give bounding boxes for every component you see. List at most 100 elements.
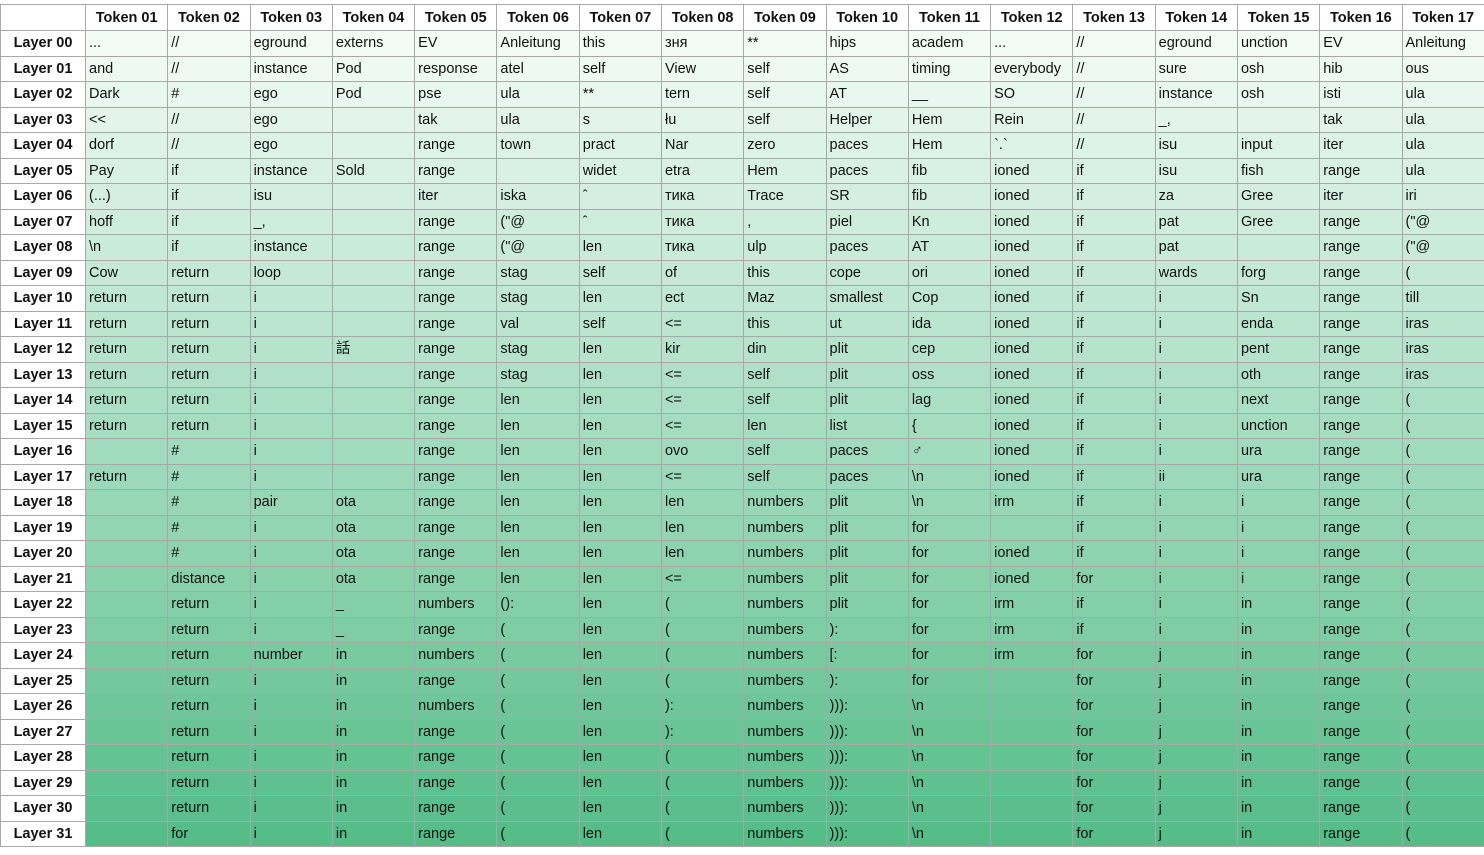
token-cell: i bbox=[1154, 310, 1238, 337]
row-label: Layer 15 bbox=[0, 412, 86, 439]
token-cell: Pod bbox=[331, 81, 416, 108]
row-label: Layer 22 bbox=[0, 591, 86, 618]
token-cell: i bbox=[249, 744, 333, 771]
token-cell: range bbox=[1319, 540, 1403, 567]
token-cell: len bbox=[578, 769, 662, 796]
token-cell: len bbox=[578, 387, 662, 414]
token-cell: return bbox=[167, 718, 251, 745]
token-cell: range bbox=[1319, 157, 1403, 184]
table-row: Layer 17 return # i range len len <= self paces \n… bbox=[0, 463, 1484, 490]
token-cell: i bbox=[1154, 540, 1238, 567]
token-cell: range bbox=[1319, 387, 1403, 414]
table-row: Layer 13 return return i range stag len <= self p… bbox=[0, 361, 1484, 388]
token-cell: iras bbox=[1401, 361, 1484, 388]
table-row: Layer 30 return i in range(len(numbers))): \n… bbox=[0, 795, 1484, 822]
row-label: Layer 03 bbox=[0, 106, 86, 133]
row-label: Layer 31 bbox=[0, 820, 86, 847]
token-cell: numbers bbox=[743, 514, 827, 541]
token-cell: for bbox=[1072, 642, 1156, 669]
table-row: Layer 16 # i range len len ovo self paces ♂ ioned i… bbox=[0, 438, 1484, 465]
token-cell: len bbox=[578, 820, 662, 847]
token-cell bbox=[84, 693, 169, 720]
token-cell: i bbox=[1154, 336, 1238, 363]
token-cell: j bbox=[1154, 693, 1238, 720]
token-cell: # bbox=[167, 514, 251, 541]
token-cell: AS bbox=[825, 55, 909, 82]
table-row: Layer 10 return return i range stag len ect Maz s… bbox=[0, 285, 1484, 312]
token-cell: j bbox=[1154, 744, 1238, 771]
token-cell: Dark bbox=[84, 81, 169, 108]
token-cell: return bbox=[167, 616, 251, 643]
token-cell: len bbox=[496, 514, 580, 541]
token-cell: i bbox=[249, 591, 333, 618]
token-cell: tak bbox=[1319, 106, 1403, 133]
token-cell: ioned bbox=[990, 234, 1074, 261]
token-cell: if bbox=[1072, 361, 1156, 388]
token-cell: lag bbox=[907, 387, 992, 414]
token-cell: if bbox=[1072, 616, 1156, 643]
token-cell: etra bbox=[660, 157, 745, 184]
token-cell: ( bbox=[1401, 693, 1484, 720]
token-cell: range bbox=[414, 565, 498, 592]
token-cell: plit bbox=[825, 591, 909, 618]
token-cell: j bbox=[1154, 820, 1238, 847]
token-cell: return bbox=[167, 642, 251, 669]
token-cell: len bbox=[578, 795, 662, 822]
token-cell: stag bbox=[496, 259, 580, 286]
token-cell bbox=[331, 361, 416, 388]
token-cell: if bbox=[1072, 157, 1156, 184]
token-cell: cep bbox=[907, 336, 992, 363]
token-cell: len bbox=[578, 718, 662, 745]
row-label: Layer 11 bbox=[0, 310, 86, 337]
token-cell: numbers bbox=[743, 642, 827, 669]
token-cell: return bbox=[84, 463, 169, 490]
token-cell: ioned bbox=[990, 565, 1074, 592]
table-row: Layer 27 return i in range(len): numbers))): \… bbox=[0, 718, 1484, 745]
row-label: Layer 05 bbox=[0, 157, 86, 184]
token-cell: ( bbox=[660, 642, 745, 669]
token-cell: hips bbox=[825, 30, 909, 57]
token-cell bbox=[990, 769, 1074, 796]
token-cell: ( bbox=[1401, 718, 1484, 745]
token-cell: in bbox=[1236, 693, 1321, 720]
token-cell: in bbox=[1236, 820, 1321, 847]
token-cell: range bbox=[414, 820, 498, 847]
token-cell: ioned bbox=[990, 412, 1074, 439]
token-cell: [: bbox=[825, 642, 909, 669]
token-cell: \n bbox=[907, 820, 992, 847]
token-cell: ula bbox=[1401, 81, 1484, 108]
token-cell: i bbox=[249, 693, 333, 720]
token-cell: ( bbox=[496, 616, 580, 643]
row-label: Layer 26 bbox=[0, 693, 86, 720]
table-row: Layer 22 return i _ numbers (): len(numbers pli… bbox=[0, 591, 1484, 618]
token-cell: len bbox=[496, 412, 580, 439]
token-cell: isti bbox=[1319, 81, 1403, 108]
row-label: Layer 08 bbox=[0, 234, 86, 261]
token-cell: range bbox=[414, 336, 498, 363]
token-cell: numbers bbox=[743, 820, 827, 847]
token-cell: len bbox=[578, 616, 662, 643]
row-label: Layer 29 bbox=[0, 769, 86, 796]
token-cell: ( bbox=[1401, 616, 1484, 643]
token-cell: Hem bbox=[907, 106, 992, 133]
token-cell: if bbox=[1072, 412, 1156, 439]
token-cell: return bbox=[167, 591, 251, 618]
token-cell: ("@ bbox=[1401, 208, 1484, 235]
token-cell: paces bbox=[825, 234, 909, 261]
token-cell: // bbox=[167, 30, 251, 57]
token-cell: ula bbox=[1401, 132, 1484, 159]
token-cell: ** bbox=[578, 81, 662, 108]
token-cell: range bbox=[1319, 514, 1403, 541]
token-cell: i bbox=[1154, 616, 1238, 643]
token-cell: hoff bbox=[84, 208, 169, 235]
token-cell: ioned bbox=[990, 183, 1074, 210]
token-cell: irm bbox=[990, 642, 1074, 669]
token-cell: unction bbox=[1236, 412, 1321, 439]
table-row: Layer 07 hoff if _, range ("@ ˆ тика, piel Kn ione… bbox=[0, 208, 1484, 235]
token-cell: self bbox=[743, 55, 827, 82]
token-cell: smallest bbox=[825, 285, 909, 312]
token-cell: len bbox=[578, 744, 662, 771]
token-cell: return bbox=[84, 387, 169, 414]
token-cell: range bbox=[414, 616, 498, 643]
token-cell: Cop bbox=[907, 285, 992, 312]
